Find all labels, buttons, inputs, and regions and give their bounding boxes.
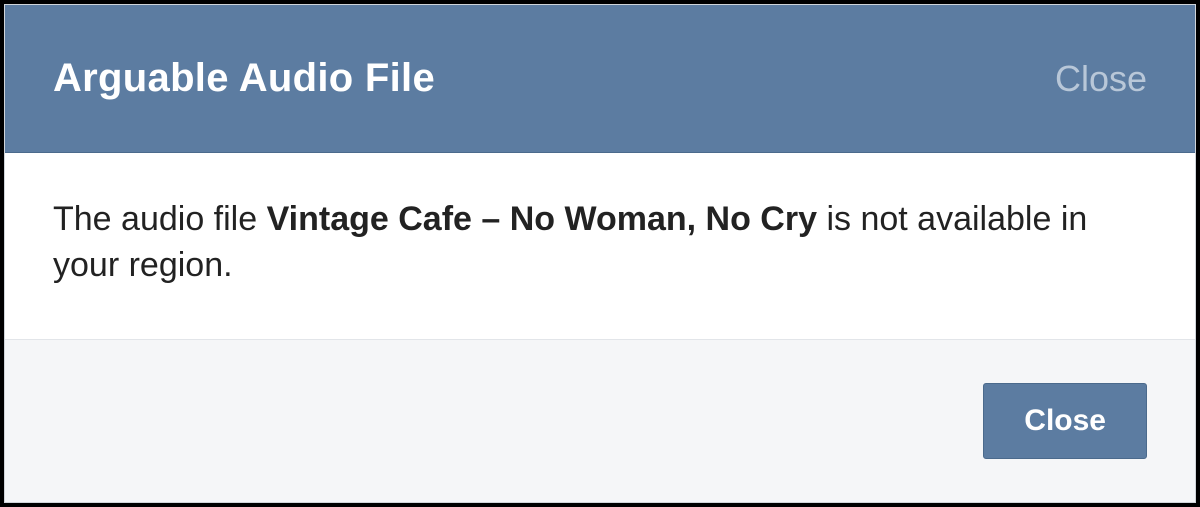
dialog-header: Arguable Audio File Close [5,5,1195,153]
close-button[interactable]: Close [983,383,1147,459]
dialog-footer: Close [5,339,1195,502]
dialog-title: Arguable Audio File [53,56,435,101]
dialog-body: The audio file Vintage Cafe – No Woman, … [5,153,1195,339]
message-prefix: The audio file [53,200,267,238]
message-file-name: Vintage Cafe – No Woman, No Cry [267,200,817,238]
close-link-header[interactable]: Close [1055,58,1147,100]
dialog: Arguable Audio File Close The audio file… [4,4,1196,503]
